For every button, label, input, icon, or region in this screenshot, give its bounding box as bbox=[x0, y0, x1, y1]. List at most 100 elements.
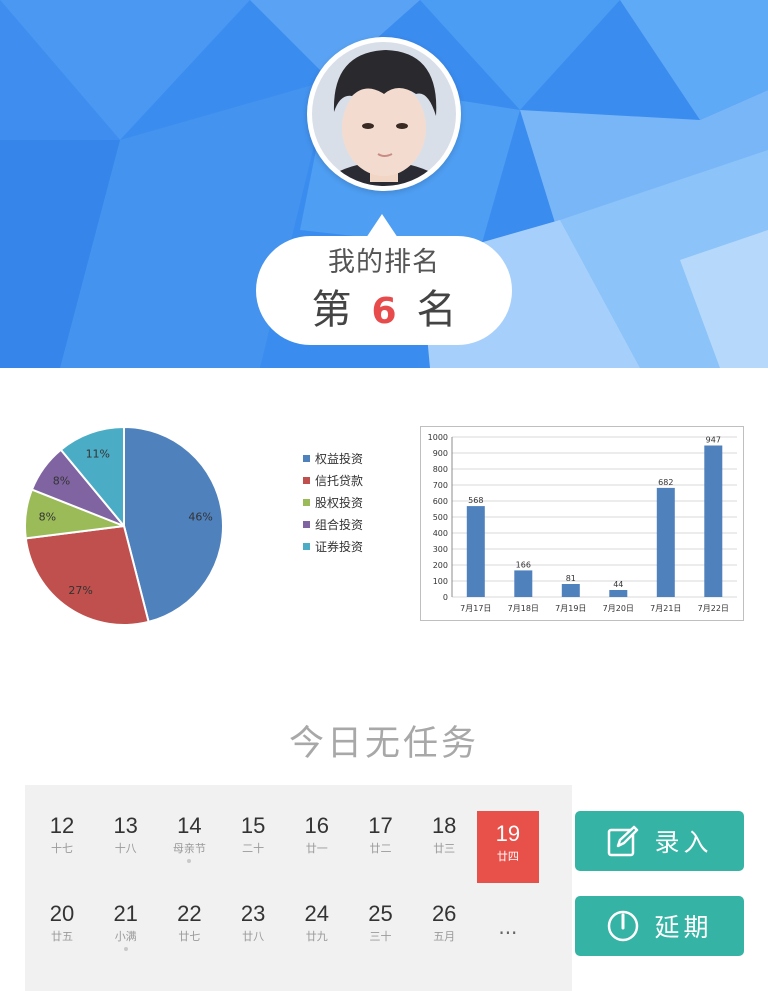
edit-icon bbox=[608, 825, 639, 857]
event-dot bbox=[187, 859, 192, 863]
profile-header: 我的排名 第6名 bbox=[0, 0, 768, 368]
legend-item: 信托贷款 bbox=[303, 469, 373, 491]
y-tick-label: 700 bbox=[433, 481, 448, 490]
y-tick-label: 1000 bbox=[428, 433, 448, 442]
record-button[interactable]: 录入 bbox=[575, 811, 744, 871]
calendar-day-today[interactable]: 19 廿四 bbox=[476, 811, 539, 883]
calendar-day[interactable]: 13 十八 bbox=[95, 811, 157, 883]
legend-item: 证券投资 bbox=[303, 535, 373, 557]
calendar-day[interactable]: 21 小满 bbox=[95, 899, 157, 971]
week-calendar: 12 十七 13 十八 14 母亲节 15 二十 16 廿一 17 廿二 18 廿三 19 廿四 20 廿五 21 小… bbox=[25, 785, 572, 991]
calendar-day-number: 14 bbox=[177, 813, 202, 838]
legend-swatch bbox=[303, 520, 310, 528]
bar bbox=[656, 487, 675, 597]
pie-slice-label: 8% bbox=[39, 510, 56, 523]
calendar-day[interactable]: 16 廿一 bbox=[286, 811, 348, 883]
legend-label: 股权投资 bbox=[315, 495, 364, 510]
calendar-lunar-label: 二十 bbox=[242, 842, 265, 855]
pie-legend: 权益投资信托贷款股权投资组合投资证券投资 bbox=[303, 447, 373, 557]
calendar-day-number: 19 bbox=[495, 821, 521, 846]
y-tick-label: 200 bbox=[433, 561, 448, 570]
calendar-day[interactable]: 23 廿八 bbox=[222, 899, 284, 971]
calendar-lunar-label: 廿八 bbox=[242, 930, 265, 943]
y-tick-label: 0 bbox=[443, 593, 448, 602]
calendar-lunar-label: 廿五 bbox=[51, 930, 73, 943]
pie-slice-label: 8% bbox=[53, 475, 70, 488]
x-tick-label: 7月19日 bbox=[555, 604, 586, 613]
calendar-lunar-label: 十八 bbox=[114, 842, 137, 855]
calendar-day[interactable]: 20 廿五 bbox=[31, 899, 93, 971]
x-tick-label: 7月17日 bbox=[460, 604, 491, 613]
bubble-pointer bbox=[366, 214, 398, 238]
calendar-day-number: 25 bbox=[368, 901, 393, 926]
calendar-day[interactable]: 12 十七 bbox=[31, 811, 93, 883]
calendar-lunar-label: 廿四 bbox=[496, 850, 519, 863]
legend-swatch bbox=[303, 498, 310, 506]
calendar-lunar-label: 廿九 bbox=[305, 930, 328, 943]
rank-bubble: 我的排名 第6名 bbox=[256, 236, 512, 345]
y-tick-label: 500 bbox=[433, 513, 448, 522]
bar-value-label: 166 bbox=[516, 560, 531, 569]
rank-number: 6 bbox=[371, 291, 397, 332]
legend-label: 组合投资 bbox=[315, 517, 364, 532]
bar-value-label: 44 bbox=[613, 580, 623, 589]
calendar-day[interactable]: 22 廿七 bbox=[158, 899, 220, 971]
calendar-day-number: 15 bbox=[240, 813, 266, 838]
calendar-more-button[interactable]: ... bbox=[477, 915, 539, 939]
legend-label: 证券投资 bbox=[315, 539, 364, 554]
rank-title: 我的排名 bbox=[328, 247, 440, 278]
legend-swatch bbox=[303, 454, 310, 462]
x-tick-label: 7月20日 bbox=[603, 604, 634, 613]
calendar-day-number: 24 bbox=[304, 901, 330, 926]
delay-button-label: 延期 bbox=[654, 913, 713, 942]
calendar-lunar-label: 廿一 bbox=[305, 842, 328, 855]
bar bbox=[704, 445, 723, 597]
calendar-lunar-label: 五月 bbox=[433, 930, 456, 943]
app-screen: 我的排名 第6名 46% 27% 8% 8% 11% 权益投资 信托贷款 股权投资 组合投资证… bbox=[0, 0, 768, 991]
calendar-day-number: 16 bbox=[304, 813, 330, 838]
calendar-lunar-label: 母亲节 bbox=[172, 842, 206, 855]
calendar-day[interactable]: 24 廿九 bbox=[286, 899, 348, 971]
record-button-label: 录入 bbox=[654, 828, 713, 857]
calendar-day-number: 21 bbox=[113, 901, 138, 926]
calendar-lunar-label: 小满 bbox=[114, 930, 137, 943]
legend-item: 权益投资 bbox=[303, 447, 373, 469]
y-tick-label: 400 bbox=[433, 529, 448, 538]
rank-display: 第6名 bbox=[256, 284, 512, 336]
calendar-lunar-label: 廿七 bbox=[178, 930, 201, 943]
daily-bar-chart-frame: 0 100 200 300 400 500 600 700 800 900 1000 568 7月17日… bbox=[420, 426, 744, 621]
y-tick-label: 600 bbox=[433, 497, 448, 506]
calendar-day-number: 17 bbox=[368, 813, 393, 838]
calendar-day[interactable]: 25 三十 bbox=[350, 899, 412, 971]
daily-bar-chart: 0 100 200 300 400 500 600 700 800 900 1000 568 7月17日… bbox=[428, 433, 737, 613]
calendar-day-number: 18 bbox=[431, 813, 457, 838]
calendar-day[interactable]: 17 廿二 bbox=[350, 811, 412, 883]
calendar-day-number: 26 bbox=[431, 901, 457, 926]
bar bbox=[561, 584, 580, 597]
legend-label: 权益投资 bbox=[315, 451, 364, 466]
legend-swatch bbox=[303, 476, 310, 484]
calendar-day[interactable]: 14 母亲节 bbox=[158, 811, 220, 883]
pie-slice-label: 11% bbox=[86, 447, 110, 460]
calendar-day-number: 13 bbox=[113, 813, 138, 838]
bar-value-label: 947 bbox=[706, 436, 721, 445]
y-tick-label: 100 bbox=[433, 577, 448, 586]
calendar-day[interactable]: 26 五月 bbox=[413, 899, 475, 971]
x-tick-label: 7月18日 bbox=[508, 604, 539, 613]
calendar-day[interactable]: 15 二十 bbox=[222, 811, 284, 883]
legend-swatch bbox=[303, 542, 310, 550]
bar-value-label: 682 bbox=[658, 478, 673, 487]
rank-prefix: 第 bbox=[311, 287, 352, 333]
legend-label: 信托贷款 bbox=[315, 473, 364, 488]
y-tick-label: 800 bbox=[433, 465, 448, 474]
delay-button[interactable]: 延期 bbox=[575, 896, 744, 956]
event-dot bbox=[123, 947, 128, 951]
calendar-lunar-label: 廿三 bbox=[433, 842, 456, 855]
x-tick-label: 7月21日 bbox=[650, 604, 681, 613]
calendar-day-number: 12 bbox=[49, 813, 75, 838]
no-task-text: 今日无任务 bbox=[288, 724, 479, 764]
avatar-image bbox=[312, 42, 456, 186]
calendar-day[interactable]: 18 廿三 bbox=[413, 811, 475, 883]
bar-value-label: 568 bbox=[468, 496, 483, 505]
avatar[interactable] bbox=[307, 37, 461, 191]
